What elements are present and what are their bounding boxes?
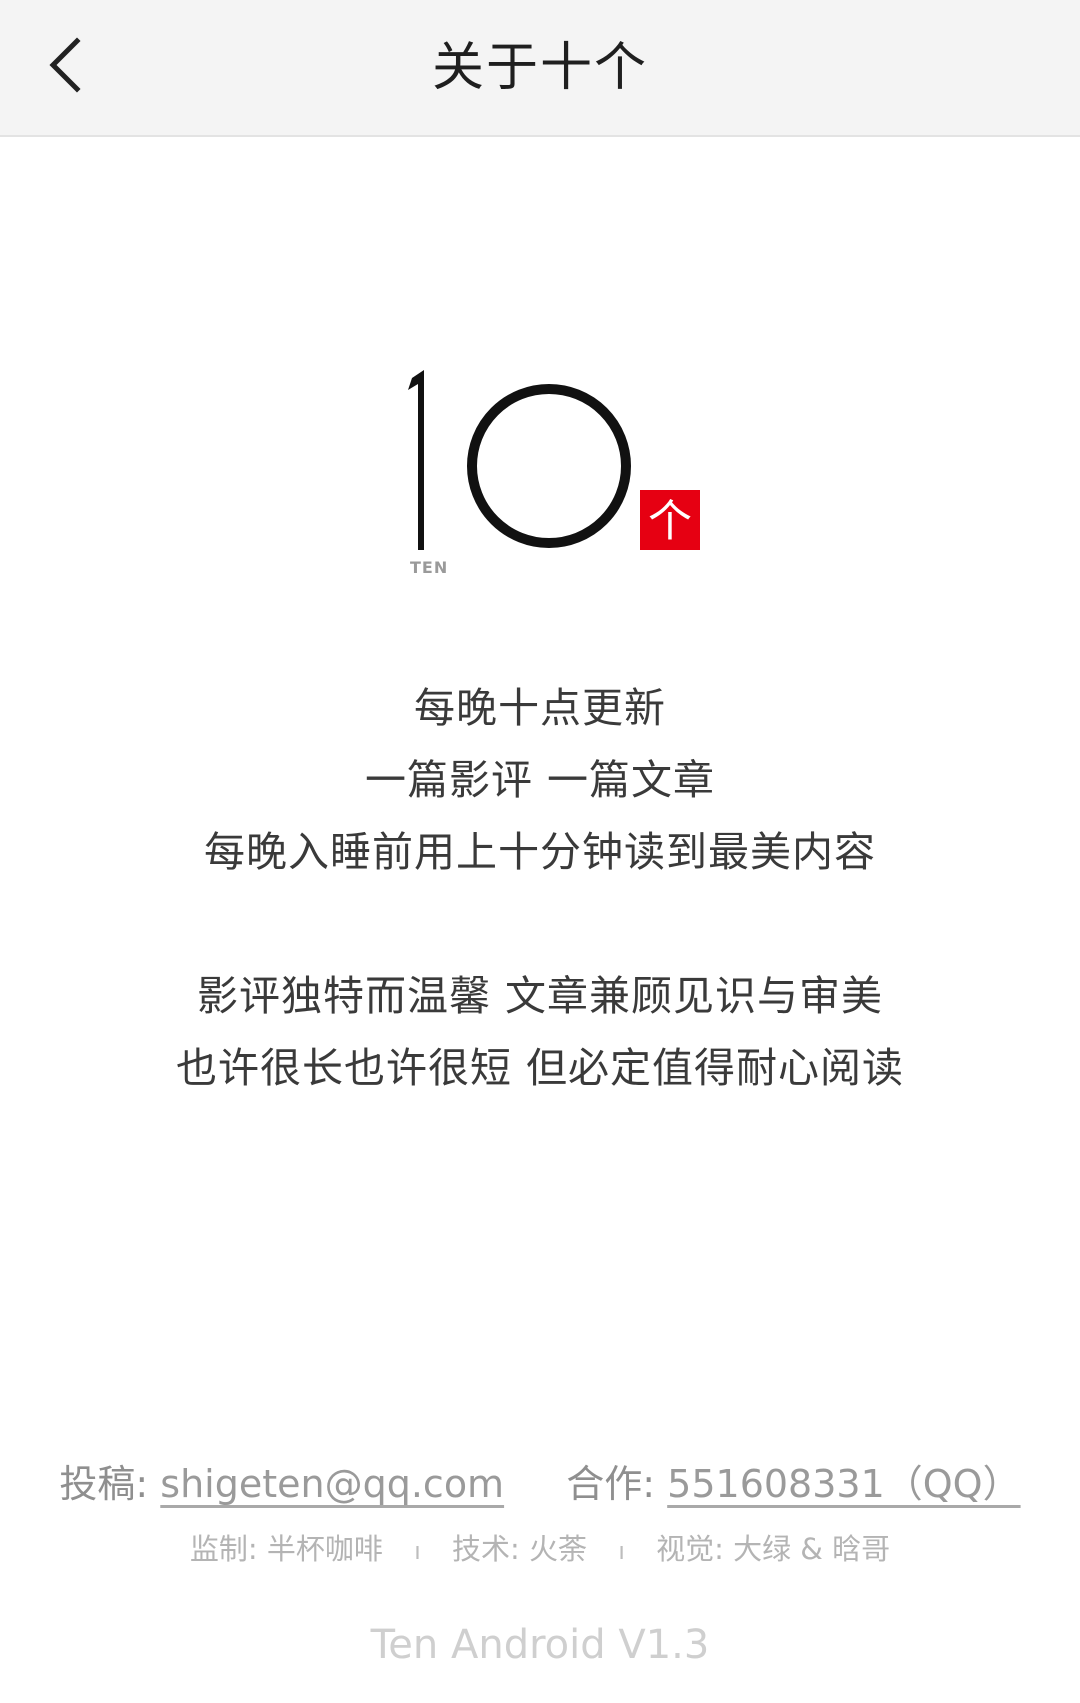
logo-badge-text: 个	[648, 496, 692, 547]
page-title: 关于十个	[431, 38, 648, 98]
intro-line: 一篇影评 一篇文章	[364, 756, 716, 804]
logo-digit-one	[408, 370, 424, 550]
logo-subtitle: TEN	[410, 558, 448, 577]
feature-line: 影评独特而温馨 文章兼顾见识与审美	[196, 972, 884, 1020]
credit-supervise: 监制: 半杯咖啡	[189, 1532, 383, 1566]
feature-line: 也许很长也许很短 但必定值得耐心阅读	[175, 1044, 905, 1092]
credit-visual: 视觉: 大绿 & 晗哥	[656, 1532, 891, 1566]
intro-text-block: 每晚十点更新 一篇影评 一篇文章 每晚入睡前用上十分钟读到最美内容	[0, 672, 1080, 888]
submit-label: 投稿:	[59, 1462, 149, 1506]
coop-label: 合作:	[566, 1462, 656, 1506]
top-bar: 关于十个	[0, 0, 1080, 137]
ten-logo: 个 TEN	[400, 370, 720, 590]
credit-separator: ı	[414, 1537, 421, 1565]
credits-line: 监制: 半杯咖啡 ı 技术: 火荼 ı 视觉: 大绿 & 晗哥	[0, 1526, 1080, 1574]
intro-line: 每晚入睡前用上十分钟读到最美内容	[204, 828, 876, 876]
contact-line: 投稿: shigeten@qq.com 合作: 551608331（QQ）	[0, 1456, 1080, 1512]
credit-tech: 技术: 火荼	[451, 1532, 587, 1566]
app-version: Ten Android V1.3	[370, 1622, 710, 1668]
feature-text-block: 影评独特而温馨 文章兼顾见识与审美 也许很长也许很短 但必定值得耐心阅读	[0, 960, 1080, 1104]
intro-line: 每晚十点更新	[414, 684, 666, 732]
logo-digit-zero	[467, 384, 631, 548]
credit-separator: ı	[618, 1537, 625, 1565]
submit-email-link[interactable]: shigeten@qq.com	[160, 1462, 504, 1506]
coop-qq-link[interactable]: 551608331（QQ）	[667, 1462, 1020, 1506]
